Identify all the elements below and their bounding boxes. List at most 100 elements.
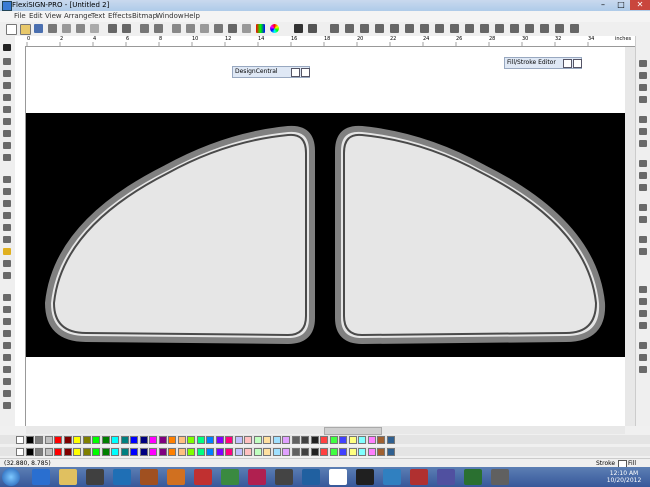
- new-icon[interactable]: [6, 24, 17, 35]
- curve-icon[interactable]: [405, 24, 414, 33]
- color-swatch[interactable]: [253, 448, 262, 456]
- fill-stroke-editor-panel[interactable]: Fill/Stroke Editor: [504, 57, 582, 69]
- bezier-icon[interactable]: [345, 24, 354, 33]
- design-central-panel[interactable]: DesignCentral: [232, 66, 310, 78]
- color-swatch[interactable]: [101, 436, 110, 444]
- panel-restore-icon[interactable]: [291, 68, 300, 77]
- window-decal-shapes[interactable]: [26, 113, 625, 357]
- zoom-select-tool-icon[interactable]: [3, 224, 11, 231]
- outline-icon[interactable]: [639, 322, 647, 329]
- color-swatch[interactable]: [139, 436, 148, 444]
- menu-help[interactable]: Help: [184, 12, 200, 20]
- font-size-icon[interactable]: [639, 204, 647, 211]
- shape-tool-icon[interactable]: [3, 94, 11, 101]
- color-swatch[interactable]: [120, 448, 129, 456]
- bevel-icon[interactable]: [639, 342, 647, 349]
- pointer-tool-icon[interactable]: [3, 44, 11, 51]
- color-swatch[interactable]: [16, 448, 24, 456]
- ie-icon[interactable]: [32, 469, 50, 485]
- color-swatch[interactable]: [63, 448, 72, 456]
- color-swatch[interactable]: [54, 448, 62, 456]
- envelope-icon[interactable]: [639, 298, 647, 305]
- text-vertical-icon[interactable]: [639, 96, 647, 103]
- spacing-icon[interactable]: [639, 128, 647, 135]
- align-right-icon[interactable]: [639, 184, 647, 191]
- color-swatch[interactable]: [234, 436, 243, 444]
- color-swatch[interactable]: [196, 436, 205, 444]
- color-swatch[interactable]: [168, 436, 176, 444]
- app-icon[interactable]: [437, 469, 455, 485]
- color-swatch[interactable]: [234, 448, 243, 456]
- color-swatch[interactable]: [386, 448, 395, 456]
- color-swatch[interactable]: [149, 448, 157, 456]
- app-icon[interactable]: [383, 469, 401, 485]
- color-swatch[interactable]: [348, 436, 357, 444]
- color-swatch[interactable]: [263, 448, 271, 456]
- color-swatch[interactable]: [244, 448, 252, 456]
- color-swatch[interactable]: [92, 436, 100, 444]
- color-swatch[interactable]: [377, 436, 385, 444]
- color-swatch[interactable]: [320, 448, 328, 456]
- app-icon[interactable]: [248, 469, 266, 485]
- brush-tool-icon[interactable]: [3, 318, 11, 325]
- scrollbar-thumb[interactable]: [324, 427, 382, 435]
- open-icon[interactable]: [20, 24, 31, 35]
- stamp-tool-icon[interactable]: [3, 402, 11, 409]
- app-icon[interactable]: [221, 469, 239, 485]
- redo-icon[interactable]: [122, 24, 131, 33]
- marker-tool-icon[interactable]: [3, 354, 11, 361]
- lasso-tool-icon[interactable]: [3, 306, 11, 313]
- circle-icon[interactable]: [435, 24, 444, 33]
- star-icon[interactable]: [465, 24, 474, 33]
- arrow-tool-icon-2[interactable]: [3, 330, 11, 337]
- minimize-button[interactable]: –: [594, 0, 612, 10]
- menu-window[interactable]: Window: [156, 12, 184, 20]
- color-swatch[interactable]: [120, 436, 129, 444]
- color-swatch[interactable]: [92, 448, 100, 456]
- color-swatch[interactable]: [272, 448, 281, 456]
- color-swatch[interactable]: [320, 436, 328, 444]
- color-swatch[interactable]: [310, 448, 319, 456]
- left-decal-shape[interactable]: [44, 125, 315, 345]
- break-icon[interactable]: [525, 24, 534, 33]
- zoom-out-tool-icon[interactable]: [3, 188, 11, 195]
- panel-restore-icon[interactable]: [563, 59, 572, 68]
- menu-effects[interactable]: Effects: [108, 12, 132, 20]
- close-button[interactable]: ✕: [630, 0, 650, 10]
- color-swatch[interactable]: [291, 448, 300, 456]
- print-icon[interactable]: [48, 24, 57, 33]
- corner-icon[interactable]: [375, 24, 384, 33]
- blend-icon[interactable]: [639, 366, 647, 373]
- menu-arrange[interactable]: Arrange: [64, 12, 92, 20]
- media-icon[interactable]: [86, 469, 104, 485]
- bucket-tool-icon[interactable]: [3, 390, 11, 397]
- color-swatch[interactable]: [101, 448, 110, 456]
- color-swatch[interactable]: [282, 436, 290, 444]
- color-swatch[interactable]: [25, 448, 34, 456]
- color-swatch[interactable]: [329, 436, 338, 444]
- transform-icon[interactable]: [570, 24, 579, 33]
- join-icon[interactable]: [510, 24, 519, 33]
- cut-contour-icon[interactable]: [228, 24, 237, 33]
- arrow-tool-icon[interactable]: [330, 24, 339, 33]
- rectangle-tool-icon[interactable]: [3, 294, 11, 301]
- color-swatch[interactable]: [263, 436, 271, 444]
- shadow-icon[interactable]: [639, 310, 647, 317]
- zoom-fit-tool-icon[interactable]: [3, 212, 11, 219]
- color-swatch[interactable]: [111, 436, 119, 444]
- color-swatch[interactable]: [358, 436, 366, 444]
- cut-icon[interactable]: [62, 24, 71, 33]
- color-swatch[interactable]: [158, 436, 167, 444]
- eraser-tool-icon[interactable]: [3, 378, 11, 385]
- text-frame-icon[interactable]: [639, 72, 647, 79]
- measure-tool-icon[interactable]: [3, 130, 11, 137]
- app-icon[interactable]: [491, 469, 509, 485]
- color-swatch[interactable]: [225, 436, 233, 444]
- crop-tool-icon[interactable]: [3, 142, 11, 149]
- color-swatch[interactable]: [244, 436, 252, 444]
- color-swatch[interactable]: [73, 436, 81, 444]
- color-swatch[interactable]: [377, 448, 385, 456]
- distort-icon[interactable]: [639, 286, 647, 293]
- airbrush-tool-icon[interactable]: [3, 366, 11, 373]
- color-swatch[interactable]: [44, 448, 53, 456]
